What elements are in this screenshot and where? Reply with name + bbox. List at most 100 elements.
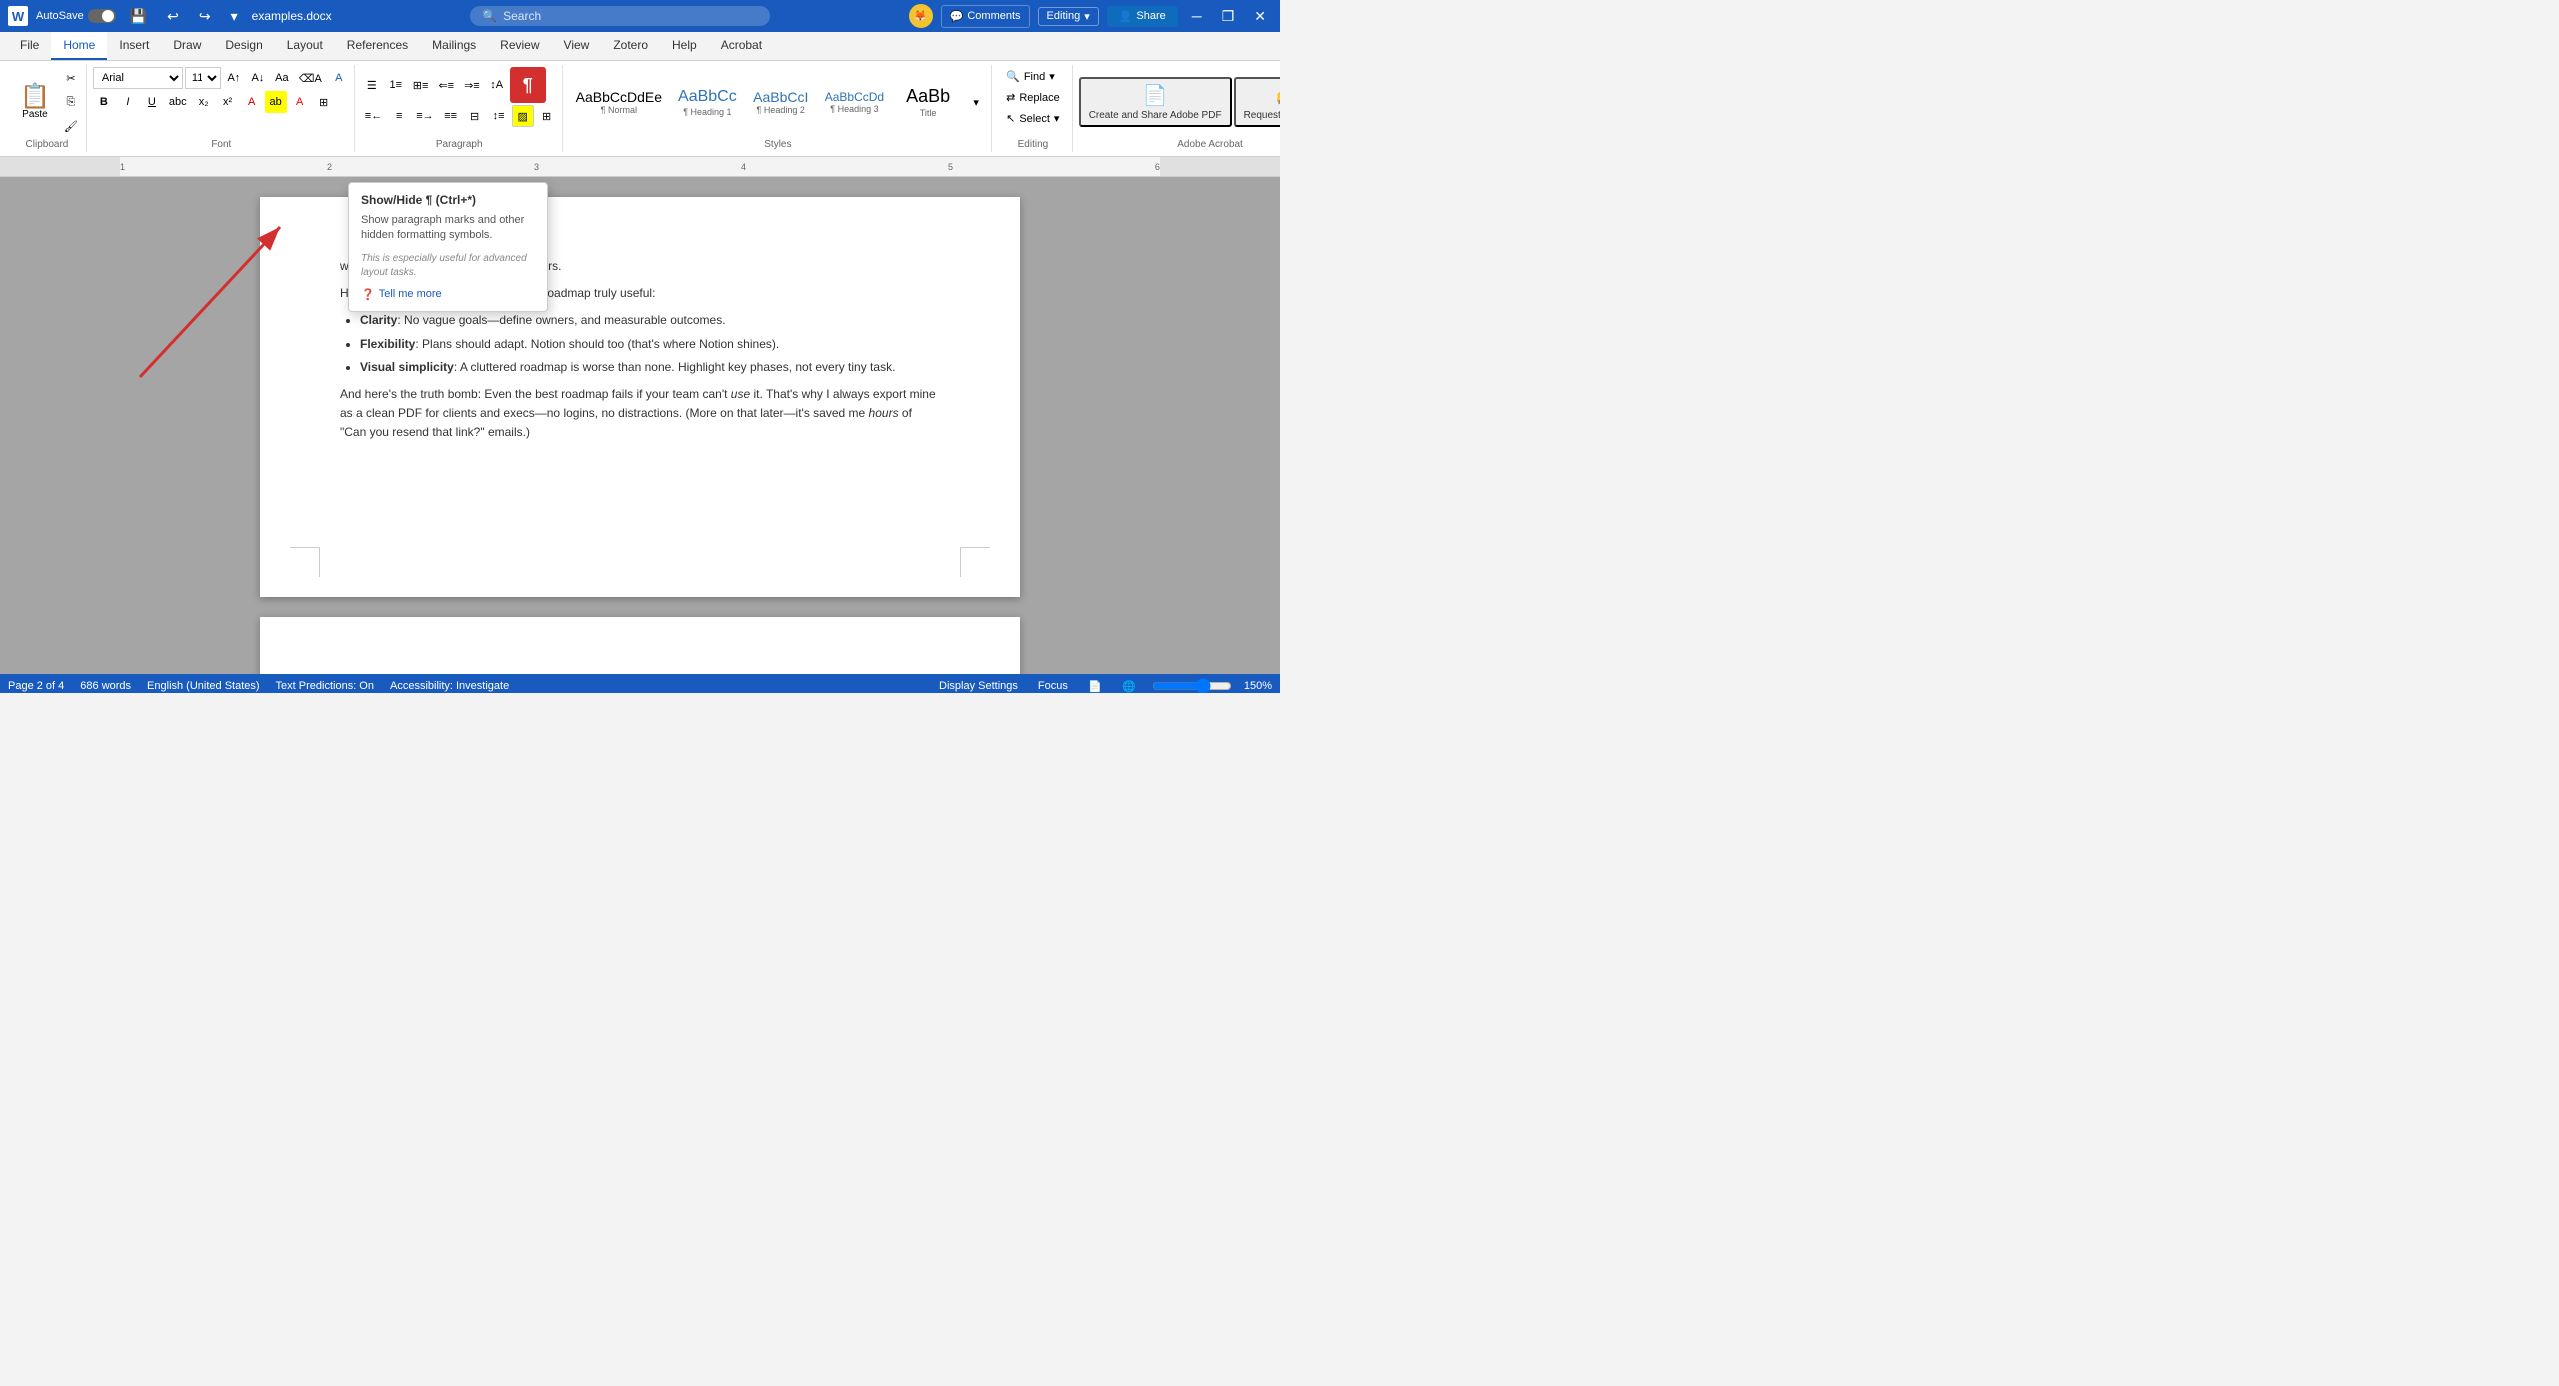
comments-label: Comments: [967, 10, 1020, 22]
increase-indent-button[interactable]: ⇒≡: [460, 74, 484, 96]
align-right-button[interactable]: ≡→: [412, 105, 437, 127]
font-grow-button[interactable]: A↑: [223, 67, 245, 89]
line-spacing-button[interactable]: ↕≡: [488, 105, 510, 127]
copy-button[interactable]: ⎘: [60, 91, 82, 113]
font-group: Arial 11 A↑ A↓ Aa ⌫A A B I U abc x₂: [89, 65, 355, 152]
share-icon: 👤: [1119, 10, 1133, 23]
sort-button[interactable]: ↕A: [486, 74, 508, 96]
tab-zotero[interactable]: Zotero: [601, 32, 660, 60]
bold-button[interactable]: B: [93, 91, 115, 113]
text-color-button[interactable]: A: [289, 91, 311, 113]
justify-button[interactable]: ≡≡: [440, 105, 462, 127]
editing-label: Editing: [1047, 10, 1081, 22]
tab-view[interactable]: View: [552, 32, 602, 60]
subscript-button[interactable]: x₂: [193, 91, 215, 113]
tab-help[interactable]: Help: [660, 32, 709, 60]
customize-qat-button[interactable]: ▾: [225, 8, 244, 25]
style-normal[interactable]: AaBbCcDdEe ¶ Normal: [569, 85, 669, 120]
tooltip-title: Show/Hide ¶ (Ctrl+*): [361, 193, 535, 207]
font-shrink-button[interactable]: A↓: [247, 67, 269, 89]
editing-badge[interactable]: Editing ▾: [1038, 7, 1099, 26]
strikethrough-button[interactable]: abc: [165, 91, 191, 113]
clear-format-button[interactable]: ⌫A: [295, 67, 326, 89]
tell-me-more-label: Tell me more: [379, 288, 442, 300]
tab-insert[interactable]: Insert: [107, 32, 161, 60]
columns-button[interactable]: ⊟: [464, 105, 486, 127]
tab-design[interactable]: Design: [213, 32, 274, 60]
minimize-button[interactable]: ─: [1186, 8, 1208, 24]
print-layout-button[interactable]: 📄: [1084, 675, 1106, 693]
save-button[interactable]: 💾: [124, 8, 153, 25]
request-signatures-button[interactable]: ✍ Request Signatures: [1234, 77, 1280, 127]
align-left-button[interactable]: ≡←: [361, 105, 386, 127]
tab-home[interactable]: Home: [51, 32, 107, 60]
borders-button[interactable]: ⊞: [536, 105, 558, 127]
bullets-button[interactable]: ☰: [361, 74, 383, 96]
restore-button[interactable]: ❒: [1216, 8, 1241, 25]
status-left: Page 2 of 4 686 words English (United St…: [8, 680, 509, 692]
decrease-indent-button[interactable]: ⇐≡: [434, 74, 458, 96]
document-area[interactable]: while showing stakeholders what matters.…: [0, 177, 1280, 674]
zoom-slider[interactable]: [1152, 678, 1232, 693]
tab-draw[interactable]: Draw: [161, 32, 213, 60]
shading-button[interactable]: ▨: [512, 105, 534, 127]
undo-button[interactable]: ↩: [161, 8, 185, 25]
italic-button[interactable]: I: [117, 91, 139, 113]
style-heading3[interactable]: AaBbCcDd ¶ Heading 3: [818, 86, 891, 118]
underline-button[interactable]: U: [141, 91, 163, 113]
font-color-button[interactable]: A: [241, 91, 263, 113]
replace-button[interactable]: ⇄ Replace: [998, 88, 1068, 107]
display-settings-button[interactable]: Display Settings: [935, 675, 1022, 693]
text-effects-button[interactable]: A: [328, 67, 350, 89]
redo-button[interactable]: ↪: [193, 8, 217, 25]
tab-references[interactable]: References: [335, 32, 420, 60]
find-button[interactable]: 🔍 Find ▾: [998, 67, 1063, 86]
create-share-pdf-button[interactable]: 📄 Create and Share Adobe PDF: [1079, 77, 1232, 127]
autosave-label: AutoSave: [36, 10, 84, 22]
font-family-select[interactable]: Arial: [93, 67, 183, 89]
style-heading2[interactable]: AaBbCcI ¶ Heading 2: [746, 85, 816, 120]
tab-review[interactable]: Review: [488, 32, 551, 60]
focus-button[interactable]: Focus: [1034, 675, 1072, 693]
select-label: Select: [1019, 113, 1050, 125]
help-icon: ❓: [361, 288, 375, 301]
autosave-control[interactable]: AutoSave: [36, 9, 116, 23]
accessibility[interactable]: Accessibility: Investigate: [390, 680, 509, 692]
format-painter-button[interactable]: 🖌: [60, 115, 82, 137]
align-center-button[interactable]: ≡: [388, 105, 410, 127]
numbering-button[interactable]: 1≡: [385, 74, 407, 96]
select-button[interactable]: ↖ Select ▾: [998, 109, 1067, 128]
styles-more-button[interactable]: ▾: [965, 91, 987, 113]
font-size-select[interactable]: 11: [185, 67, 221, 89]
style-title[interactable]: AaBb Title: [893, 82, 963, 122]
highlight-button[interactable]: ab: [265, 91, 287, 113]
ribbon: File Home Insert Draw Design Layout Refe…: [0, 32, 1280, 61]
paste-button[interactable]: 📋 Paste: [12, 81, 58, 124]
close-button[interactable]: ✕: [1248, 8, 1272, 25]
web-layout-button[interactable]: 🌐: [1118, 675, 1140, 693]
font-expand-button[interactable]: ⊞: [313, 91, 335, 113]
bullet2-text: : Plans should adapt. Notion should too …: [415, 337, 779, 351]
search-icon: 🔍: [482, 9, 497, 23]
styles-label: Styles: [764, 137, 791, 150]
tell-me-more-link[interactable]: ❓ Tell me more: [361, 288, 535, 301]
change-case-button[interactable]: Aa: [271, 67, 293, 89]
comments-button[interactable]: 💬 Comments: [941, 5, 1030, 28]
share-button[interactable]: 👤 Share: [1107, 6, 1178, 27]
cut-button[interactable]: ✂: [60, 67, 82, 89]
search-bar[interactable]: 🔍 Search: [470, 6, 770, 26]
tab-acrobat[interactable]: Acrobat: [709, 32, 774, 60]
replace-icon: ⇄: [1006, 91, 1015, 104]
autosave-toggle[interactable]: [88, 9, 116, 23]
multilevel-button[interactable]: ⊞≡: [409, 74, 433, 96]
status-right: Display Settings Focus 📄 🌐 150%: [935, 675, 1272, 693]
superscript-button[interactable]: x²: [217, 91, 239, 113]
document-page-2[interactable]: [260, 617, 1020, 674]
style-heading1[interactable]: AaBbCc ¶ Heading 1: [671, 83, 744, 120]
style-title-label: Title: [920, 108, 937, 118]
tab-file[interactable]: File: [8, 32, 51, 60]
title-bar-left: W AutoSave 💾 ↩ ↪ ▾ examples.docx: [8, 6, 332, 26]
show-hide-button[interactable]: ¶: [510, 67, 546, 103]
tab-layout[interactable]: Layout: [275, 32, 335, 60]
tab-mailings[interactable]: Mailings: [420, 32, 488, 60]
